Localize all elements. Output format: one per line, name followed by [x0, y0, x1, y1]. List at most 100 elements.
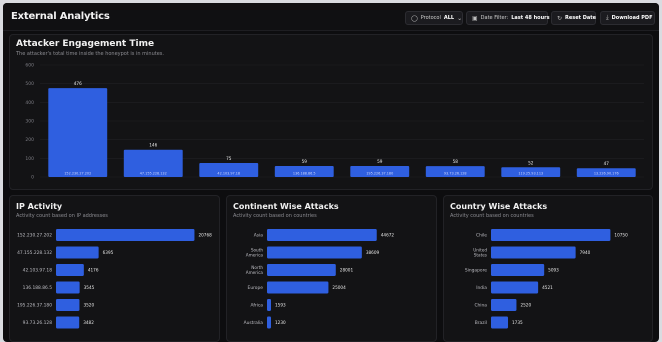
data-label: 38609 — [366, 250, 380, 255]
x-tick-label: 42.103.97.18 — [217, 172, 240, 176]
data-label: 3482 — [83, 320, 94, 325]
data-label: 3545 — [84, 285, 95, 290]
data-label: 58 — [453, 159, 459, 164]
chevron-down-icon: ⌄ — [457, 14, 463, 22]
date-filter-label: Date Filter: — [480, 15, 509, 21]
y-tick-label: 400 — [25, 100, 34, 106]
ip_activity-bar — [56, 299, 80, 311]
country-bar — [491, 229, 611, 241]
continent-bar — [267, 246, 362, 259]
continent-subtitle: Activity count based on countries — [233, 213, 317, 219]
data-label: 59 — [302, 159, 308, 164]
category-label: America — [246, 270, 264, 275]
engagement-bar — [48, 88, 108, 177]
data-label: 28001 — [340, 268, 354, 273]
category-label: States — [474, 253, 487, 258]
ip-activity-title: IP Activity — [16, 202, 63, 211]
continent-title: Continent Wise Attacks — [233, 202, 339, 211]
country-subtitle: Activity count based on countries — [450, 213, 534, 219]
ip_activity-bar — [56, 316, 80, 329]
data-label: 20768 — [198, 233, 212, 238]
y-tick-label: 200 — [25, 137, 34, 143]
engagement-chart: 0 100 200 300 400 500 600 476 152.230.27.202 146 4… — [25, 63, 644, 181]
ip-activity-subtitle: Activity count based on IP addresses — [16, 213, 108, 219]
data-label: 6395 — [103, 250, 114, 255]
ip_activity-bar — [56, 264, 84, 276]
data-label: 52 — [528, 160, 534, 165]
engagement-subtitle: The attacker's total time inside the hon… — [16, 51, 164, 57]
page-title: External Analytics — [11, 11, 110, 22]
data-label: 4521 — [542, 285, 553, 290]
category-label: 152.230.27.202 — [17, 233, 52, 239]
app-window: External Analytics ◯ Protocol ALL ⌄ ▣ Da… — [3, 3, 659, 342]
category-label: Asia — [254, 233, 264, 239]
data-label: 25004 — [332, 285, 346, 290]
continent-bar — [267, 229, 377, 241]
y-tick-label: 300 — [25, 119, 34, 125]
country-panel: Country Wise Attacks Activity count base… — [443, 195, 653, 342]
data-label: 44672 — [381, 233, 395, 238]
calendar-icon: ▣ — [472, 14, 478, 22]
y-tick-label: 0 — [31, 175, 34, 181]
data-label: 2520 — [520, 303, 531, 308]
data-label: 5093 — [548, 268, 559, 273]
continent-bar — [267, 281, 329, 294]
date-filter-button[interactable]: ▣ Date Filter: Last 48 hours — [466, 11, 550, 25]
ip_activity-bar — [56, 246, 99, 259]
data-label: 47 — [604, 161, 610, 166]
ip_activity-bar — [56, 229, 195, 241]
protocol-label: Protocol — [420, 15, 441, 21]
category-label: 93.73.26.128 — [23, 320, 53, 326]
data-label: 7940 — [580, 250, 591, 255]
data-label: 1735 — [512, 320, 523, 325]
header-bar: External Analytics ◯ Protocol ALL ⌄ ▣ Da… — [3, 3, 659, 31]
country-bar — [491, 281, 539, 294]
data-label: 476 — [74, 81, 82, 86]
category-label: China — [474, 303, 487, 309]
data-label: 1230 — [275, 320, 286, 325]
y-tick-label: 600 — [25, 63, 34, 69]
country-chart: Chile 10750UnitedStates 7940Singapore 5093I… — [465, 229, 628, 329]
protocol-dropdown[interactable]: ◯ Protocol ALL ⌄ — [405, 11, 463, 25]
data-label: 146 — [149, 143, 157, 148]
download-icon: ⤓ — [606, 14, 609, 21]
date-filter-value: Last 48 hours — [511, 15, 550, 21]
reset-date-button[interactable]: ↻ Reset Date — [551, 11, 596, 25]
x-tick-label: 119.25.93.113 — [518, 172, 543, 176]
category-label: America — [246, 253, 264, 258]
category-label: 136.188.86.5 — [23, 285, 53, 291]
data-label: 59 — [377, 159, 383, 164]
x-tick-label: 47.155.228.132 — [140, 172, 167, 176]
data-label: 4176 — [88, 268, 99, 273]
shield-icon: ◯ — [411, 14, 418, 22]
data-label: 10750 — [614, 233, 628, 238]
x-tick-label: 93.73.26.128 — [444, 172, 467, 176]
continent-bar — [267, 316, 271, 329]
country-bar — [491, 316, 509, 329]
data-label: 3520 — [83, 303, 94, 308]
category-label: 42.103.97.18 — [23, 268, 53, 274]
protocol-value: ALL — [443, 15, 455, 21]
category-label: 47.155.228.132 — [17, 250, 52, 256]
ip_activity-bar — [56, 281, 80, 294]
x-tick-label: 136.188.86.5 — [293, 172, 316, 176]
ip-activity-chart: 152.230.27.202 20768 47.155.228.132 6395 42.… — [17, 229, 212, 329]
country-bar — [491, 299, 517, 311]
category-label: Africa — [250, 303, 263, 309]
data-label: 75 — [226, 156, 232, 161]
engagement-title: Attacker Engagement Time — [16, 39, 155, 49]
ip-activity-panel: IP Activity Activity count based on IP a… — [9, 195, 220, 342]
category-label: Australia — [244, 320, 264, 326]
download-pdf-button[interactable]: ⤓ Download PDF — [600, 11, 655, 25]
category-label: Brazil — [475, 320, 487, 326]
reset-icon: ↻ — [557, 14, 563, 22]
country-bar — [491, 264, 545, 276]
country-bar — [491, 246, 576, 259]
country-title: Country Wise Attacks — [450, 202, 548, 211]
category-label: 195.226.37.180 — [17, 303, 52, 309]
category-label: Chile — [476, 233, 487, 239]
continent-bar — [267, 264, 336, 276]
x-tick-label: 195.226.37.180 — [366, 172, 393, 176]
continent-panel: Continent Wise Attacks Activity count ba… — [226, 195, 437, 342]
category-label: Singapore — [465, 268, 487, 274]
